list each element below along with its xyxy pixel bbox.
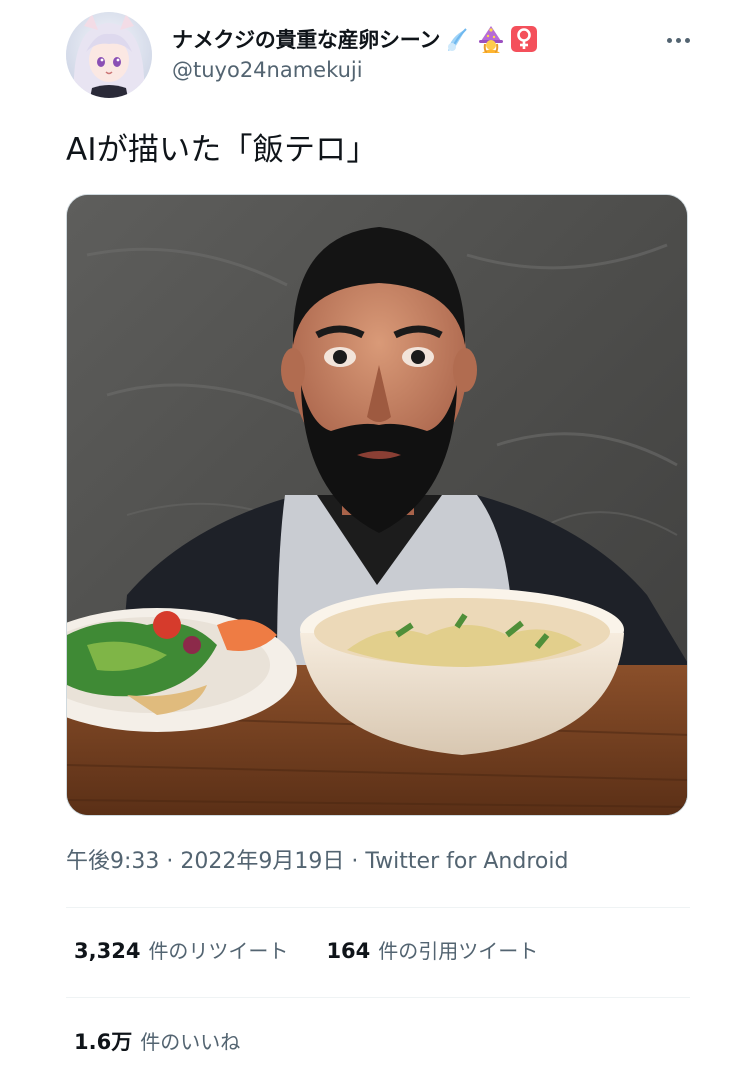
tweet-source[interactable]: Twitter for Android xyxy=(365,849,568,874)
tweet-media-image[interactable] xyxy=(66,194,688,816)
divider xyxy=(66,997,690,998)
ellipsis-icon xyxy=(684,37,690,43)
author-avatar[interactable] xyxy=(66,12,152,98)
tweet-header: ナメクジの貴重な産卵シーン @tuyo24namekuji xyxy=(66,12,696,102)
likes-stat[interactable]: 1.6万 件のいいね xyxy=(74,1026,240,1056)
meta-separator: · xyxy=(351,849,359,874)
retweets-stat[interactable]: 3,324 件のリツイート xyxy=(74,935,288,964)
author-display-name[interactable]: ナメクジの貴重な産卵シーン xyxy=(172,24,440,54)
retweets-count: 3,324 xyxy=(74,939,141,963)
tweet-text: AIが描いた「飯テロ」 xyxy=(66,132,378,168)
ellipsis-icon xyxy=(675,37,681,43)
comet-emoji-icon xyxy=(444,25,472,53)
tweet-time[interactable]: 午後9:33 xyxy=(66,849,159,874)
engagement-stats-row: 3,324 件のリツイート 164 件の引用ツイート xyxy=(74,935,576,964)
author-handle[interactable]: @tuyo24namekuji xyxy=(172,58,363,82)
more-options-button[interactable] xyxy=(660,30,696,50)
likes-count: 1.6万 xyxy=(74,1030,133,1054)
tweet-date[interactable]: 2022年9月19日 xyxy=(180,849,344,874)
likes-stats-row: 1.6万 件のいいね xyxy=(74,1026,278,1056)
retweets-label: 件のリツイート xyxy=(148,939,289,963)
divider xyxy=(66,907,690,908)
author-name-row[interactable]: ナメクジの貴重な産卵シーン xyxy=(172,22,538,56)
quotes-label: 件の引用ツイート xyxy=(378,939,539,963)
quotes-stat[interactable]: 164 件の引用ツイート xyxy=(326,935,538,964)
quotes-count: 164 xyxy=(326,939,371,963)
likes-label: 件のいいね xyxy=(140,1030,241,1054)
meta-separator: · xyxy=(166,849,174,874)
tweet-meta: 午後9:33 · 2022年9月19日 · Twitter for Androi… xyxy=(66,843,568,875)
woman-mage-emoji-icon xyxy=(476,25,506,53)
female-sign-emoji-icon xyxy=(510,25,538,53)
ellipsis-icon xyxy=(666,37,672,43)
